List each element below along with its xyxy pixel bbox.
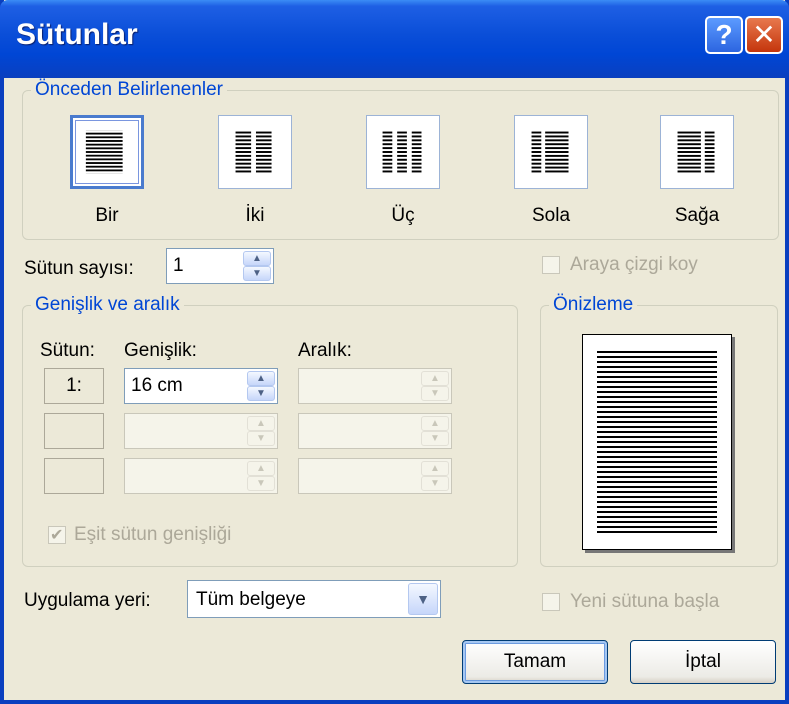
title-bar[interactable]: Sütunlar ? ✕: [0, 0, 789, 78]
width-field-3: ▲ ▼: [124, 458, 278, 494]
one-column-icon: [85, 130, 123, 174]
new-column-label: Yeni sütuna başla: [570, 591, 720, 612]
column-count-spinner[interactable]: ▲ ▼: [243, 251, 271, 281]
spacing-spinner-2: ▲ ▼: [421, 416, 449, 446]
spin-down-icon[interactable]: ▼: [247, 386, 275, 401]
spin-up-icon: ▲: [421, 461, 449, 476]
preset-three-columns[interactable]: [366, 115, 440, 189]
preview-page: [582, 334, 732, 550]
preset-right-column[interactable]: [660, 115, 734, 189]
width-header: Genişlik:: [124, 340, 197, 361]
left-column-icon: [531, 130, 569, 174]
preview-text-lines: [597, 351, 717, 533]
preset-two-columns[interactable]: [218, 115, 292, 189]
preset-label-three[interactable]: Üç: [363, 205, 443, 227]
spacing-field-3: ▲ ▼: [298, 458, 452, 494]
spin-up-icon: ▲: [247, 461, 275, 476]
equal-width-checkbox[interactable]: [48, 525, 66, 545]
spin-down-icon: ▼: [247, 476, 275, 491]
apply-to-label: Uygulama yeri:: [24, 590, 151, 611]
column-header: Sütun:: [40, 340, 95, 361]
width-field-2: ▲ ▼: [124, 413, 278, 449]
spin-down-icon: ▼: [247, 431, 275, 446]
spin-down-icon[interactable]: ▼: [243, 266, 271, 281]
column-count-value: 1: [173, 255, 184, 276]
preset-label-left[interactable]: Sola: [511, 205, 591, 227]
width-spinner-2: ▲ ▼: [247, 416, 275, 446]
line-between-checkbox[interactable]: [542, 256, 560, 274]
ok-button[interactable]: Tamam: [462, 640, 608, 684]
spin-down-icon: ▼: [421, 386, 449, 401]
spin-down-icon: ▼: [421, 431, 449, 446]
preset-label-two[interactable]: İki: [215, 205, 295, 227]
column-index-1: 1:: [44, 368, 104, 404]
spin-down-icon: ▼: [421, 476, 449, 491]
equal-width-label: Eşit sütun genişliği: [74, 524, 232, 545]
presets-group-label: Önceden Belirlenenler: [31, 79, 228, 101]
help-button[interactable]: ?: [705, 16, 743, 54]
width-spinner-1[interactable]: ▲ ▼: [247, 371, 275, 401]
column-count-label: Sütun sayısı:: [24, 258, 134, 279]
preset-label-one[interactable]: Bir: [67, 205, 147, 227]
column-count-stepper[interactable]: 1 ▲ ▼: [166, 248, 274, 284]
width-field-1[interactable]: 16 cm ▲ ▼: [124, 368, 278, 404]
dialog-title: Sütunlar: [16, 18, 138, 51]
apply-to-value: Tüm belgeye: [196, 589, 306, 610]
cancel-button[interactable]: İptal: [630, 640, 776, 684]
preset-left-column[interactable]: [514, 115, 588, 189]
spin-up-icon[interactable]: ▲: [243, 251, 271, 266]
width-value-1: 16 cm: [131, 375, 183, 396]
two-columns-icon: [235, 130, 272, 174]
spin-up-icon: ▲: [421, 371, 449, 386]
spin-up-icon: ▲: [247, 416, 275, 431]
spin-up-icon[interactable]: ▲: [247, 371, 275, 386]
preset-one-column[interactable]: [70, 115, 144, 189]
close-button[interactable]: ✕: [745, 16, 783, 54]
spacing-spinner-3: ▲ ▼: [421, 461, 449, 491]
chevron-down-icon[interactable]: ▼: [408, 583, 438, 615]
spacing-field-2: ▲ ▼: [298, 413, 452, 449]
new-column-checkbox[interactable]: [542, 593, 560, 611]
preview-group-label: Önizleme: [549, 294, 638, 316]
right-column-icon: [677, 130, 715, 174]
line-between-label: Araya çizgi koy: [570, 254, 698, 275]
column-index-3: [44, 458, 104, 494]
apply-to-dropdown[interactable]: Tüm belgeye ▼: [187, 580, 441, 618]
spacing-header: Aralık:: [298, 340, 352, 361]
three-columns-icon: [382, 130, 422, 174]
spacing-field-1: ▲ ▼: [298, 368, 452, 404]
preset-label-right[interactable]: Sağa: [657, 205, 737, 227]
spin-up-icon: ▲: [421, 416, 449, 431]
spacing-spinner-1: ▲ ▼: [421, 371, 449, 401]
width-spinner-3: ▲ ▼: [247, 461, 275, 491]
width-spacing-group-label: Genişlik ve aralık: [31, 294, 184, 316]
column-index-2: [44, 413, 104, 449]
